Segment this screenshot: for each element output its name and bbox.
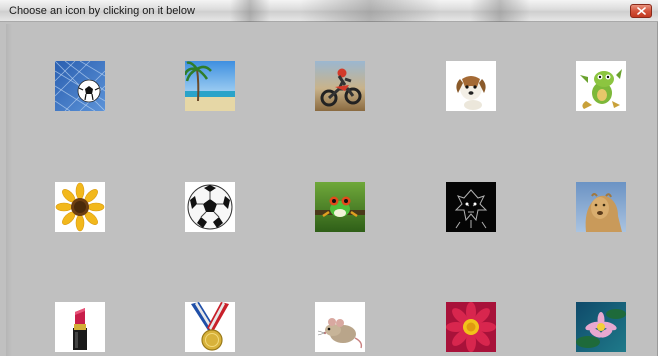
beach-palm-icon[interactable] [185, 61, 235, 111]
soccer-ball-icon[interactable] [185, 182, 235, 232]
mouse-icon[interactable] [315, 302, 365, 352]
medal-icon[interactable] [185, 302, 235, 352]
icon-chooser-window: Choose an icon by clicking on it below [0, 0, 658, 356]
frog-icon[interactable] [315, 182, 365, 232]
sunflower-icon[interactable] [55, 182, 105, 232]
dog-icon[interactable] [446, 61, 496, 111]
dark-creature-icon[interactable] [446, 182, 496, 232]
window-edge [6, 24, 12, 356]
close-icon [637, 7, 646, 15]
window-title: Choose an icon by clicking on it below [9, 5, 195, 17]
dirt-bike-icon[interactable] [315, 61, 365, 111]
lipstick-icon[interactable] [55, 302, 105, 352]
red-flower-icon[interactable] [446, 302, 496, 352]
title-bar[interactable]: Choose an icon by clicking on it below [0, 0, 658, 22]
lioness-icon[interactable] [576, 182, 626, 232]
soccer-net-icon[interactable] [55, 61, 105, 111]
water-lily-icon[interactable] [576, 302, 626, 352]
dragon-icon[interactable] [576, 61, 626, 111]
close-button[interactable] [630, 4, 652, 18]
